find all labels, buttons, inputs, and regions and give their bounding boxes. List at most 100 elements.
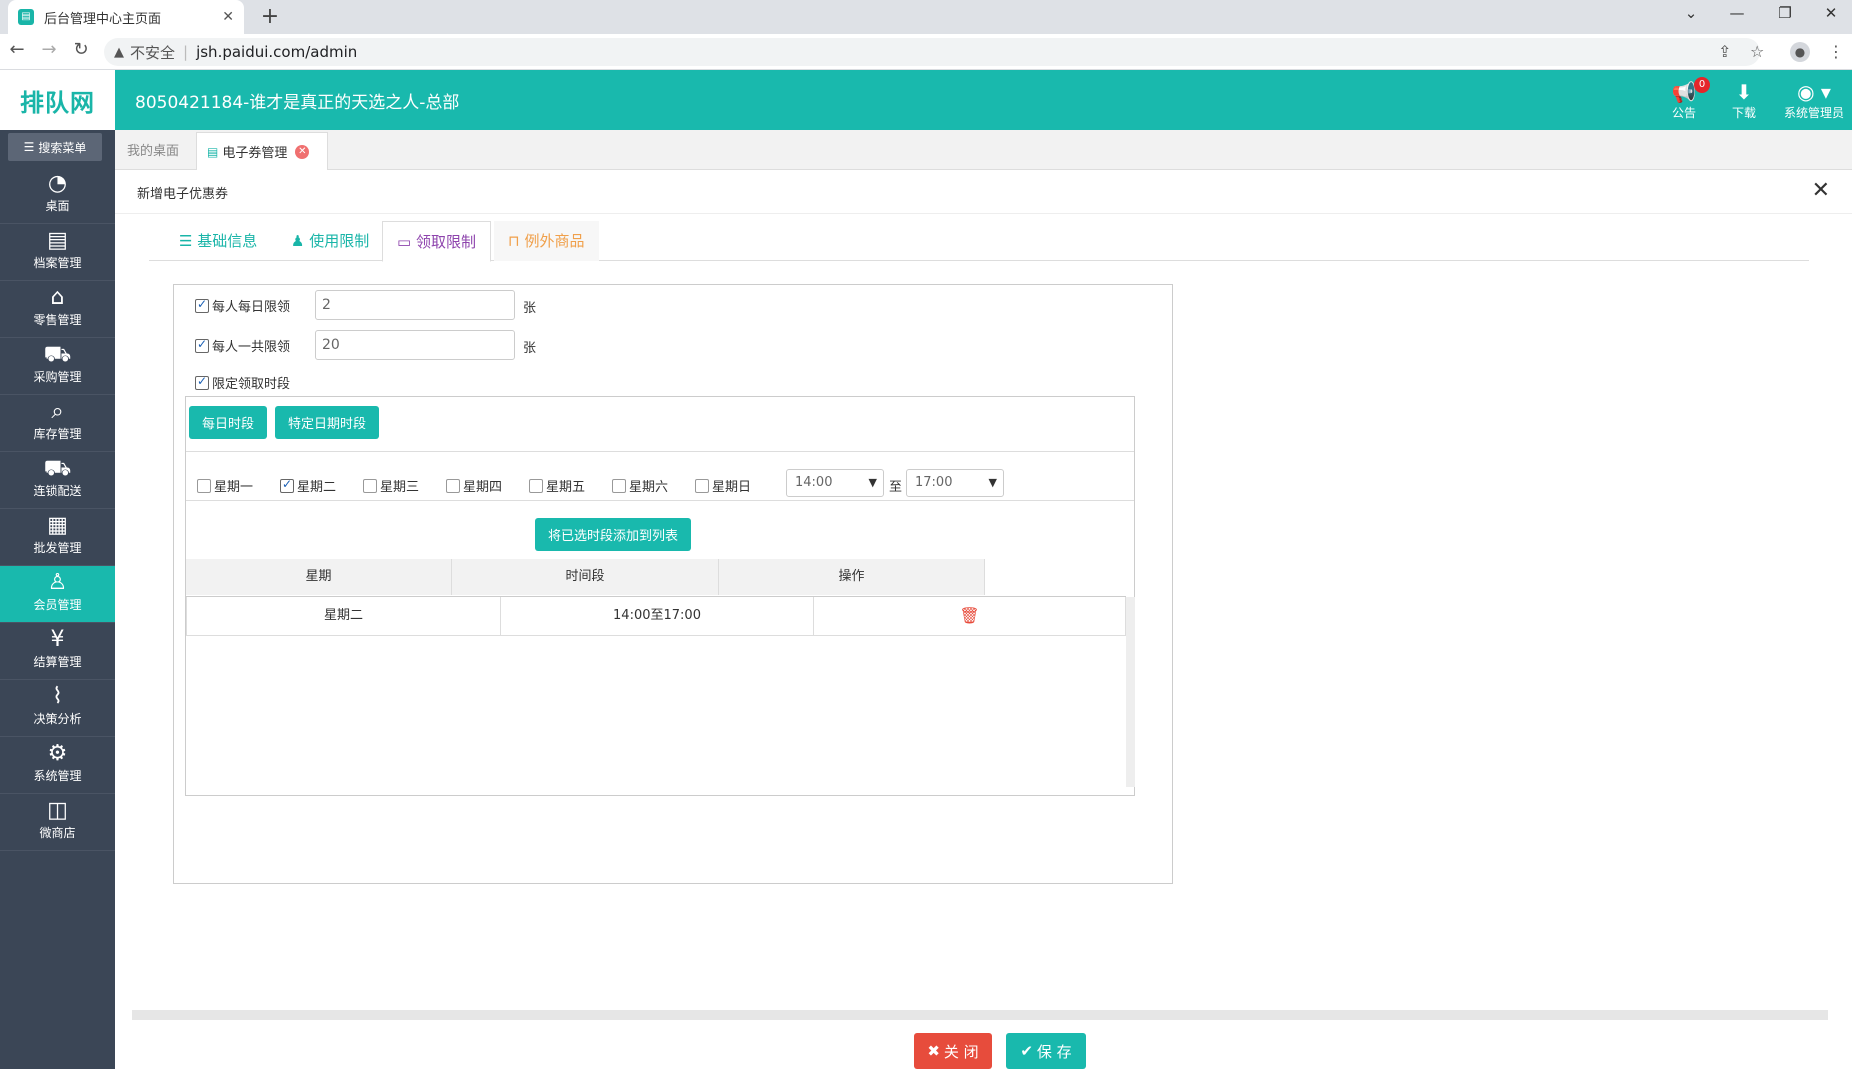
weekday-mon[interactable]: 星期一 (197, 476, 253, 495)
weekday-label: 星期六 (629, 480, 669, 495)
weekday-checkbox[interactable] (612, 478, 626, 493)
weekday-checkbox[interactable] (446, 478, 460, 493)
reload-icon[interactable]: ↻ (68, 39, 94, 60)
close-button[interactable]: ✖ 关 闭 (914, 1033, 992, 1069)
close-tab-icon[interactable]: ✕ (222, 9, 234, 25)
daily-limit-input[interactable]: 2 (315, 290, 515, 320)
browser-tab[interactable]: ▤ 后台管理中心主页面 ✕ (8, 0, 244, 34)
period-limit-checkbox[interactable] (195, 374, 209, 390)
close-label: 关 闭 (943, 1042, 979, 1061)
end-time-select[interactable]: 17:00 ▼ (906, 469, 1004, 497)
delivery-icon: ⛟ (43, 456, 72, 481)
user-icon: ♟ (291, 232, 305, 250)
total-limit-option[interactable]: 每人一共限领 (195, 336, 290, 355)
tab-desktop[interactable]: 我的桌面 (127, 140, 179, 159)
sidebar: ☰ 搜索菜单 ◔ 桌面 ▤ 档案管理 ⌂ 零售管理 ⛟ 采购管理 ⌕ 库存管理 ⛟ 连锁配送… (0, 130, 115, 1069)
tab-label: 电子券管理 (222, 146, 288, 161)
menu-dots-icon[interactable]: ⋮ (1828, 42, 1844, 61)
close-tab-icon[interactable]: ✕ (295, 144, 310, 159)
weekday-sat[interactable]: 星期六 (612, 476, 668, 495)
archive-icon: ▤ (47, 228, 68, 253)
total-limit-checkbox[interactable] (195, 337, 209, 353)
tab-usage-limit[interactable]: ♟ 使用限制 (277, 221, 383, 261)
sidebar-item-label: 会员管理 (33, 598, 82, 612)
table-header-action: 操作 (719, 559, 985, 595)
weekday-fri[interactable]: 星期五 (529, 476, 585, 495)
weekday-checkbox[interactable] (695, 478, 709, 493)
cart-icon: ⛟ (43, 342, 72, 367)
window-close-icon[interactable]: ✕ (1816, 4, 1846, 22)
daily-period-button[interactable]: 每日时段 (189, 406, 267, 439)
weekday-label: 星期日 (712, 480, 752, 495)
tab-label: 例外商品 (524, 232, 585, 250)
sidebar-item-system[interactable]: ⚙ 系统管理 (0, 737, 115, 794)
weekday-sun[interactable]: 星期日 (695, 476, 751, 495)
sidebar-item-desktop[interactable]: ◔ 桌面 (0, 167, 115, 224)
weekday-thu[interactable]: 星期四 (446, 476, 502, 495)
weekday-tue[interactable]: 星期二 (280, 476, 336, 495)
url-text: jsh.paidui.com/admin (196, 43, 358, 61)
horizontal-scrollbar[interactable] (132, 1010, 1828, 1020)
security-label: 不安全 (130, 43, 176, 62)
restore-icon[interactable]: ❐ (1770, 4, 1800, 22)
sidebar-item-microstore[interactable]: ◫ 微商店 (0, 794, 115, 851)
delete-row-button[interactable]: 🗑 (814, 597, 1126, 635)
special-date-period-button[interactable]: 特定日期时段 (275, 406, 379, 439)
close-dialog-icon[interactable]: ✕ (1812, 178, 1830, 203)
sidebar-item-label: 批发管理 (33, 541, 82, 555)
start-time-select[interactable]: 14:00 ▼ (786, 469, 884, 497)
url-field[interactable]: ▲ 不安全 | jsh.paidui.com/admin (104, 38, 1760, 66)
sidebar-item-archive[interactable]: ▤ 档案管理 (0, 224, 115, 281)
table-scrollbar[interactable] (1126, 597, 1135, 787)
address-bar: ← → ↻ ▲ 不安全 | jsh.paidui.com/admin ⇪ ☆ ●… (0, 34, 1852, 70)
avatar: ◉ ▾ (1797, 80, 1831, 104)
weekday-checkbox[interactable] (280, 477, 294, 493)
total-limit-input[interactable]: 20 (315, 330, 515, 360)
document-icon: ▤ (207, 144, 219, 159)
form-tabs: ☰ 基础信息 ♟ 使用限制 ▭ 领取限制 ⊓ 例外商品 (149, 221, 1809, 262)
daily-limit-option[interactable]: 每人每日限领 (195, 296, 290, 315)
minimize-icon[interactable]: — (1722, 4, 1752, 22)
share-icon[interactable]: ⇪ (1718, 42, 1731, 61)
tab-basic-info[interactable]: ☰ 基础信息 (165, 221, 271, 261)
weekday-checkbox[interactable] (529, 478, 543, 493)
sidebar-item-label: 系统管理 (33, 769, 82, 783)
sidebar-item-inventory[interactable]: ⌕ 库存管理 (0, 395, 115, 452)
tab-excluded-products[interactable]: ⊓ 例外商品 (494, 221, 599, 261)
warning-icon: ▲ (114, 44, 124, 60)
download-button[interactable]: ⬇ 下载 (1728, 80, 1760, 121)
tab-label: 领取限制 (415, 233, 476, 251)
back-icon[interactable]: ← (4, 39, 30, 60)
forward-icon[interactable]: → (36, 39, 62, 60)
weekday-checkbox[interactable] (197, 478, 211, 493)
save-button[interactable]: ✔ 保 存 (1006, 1033, 1086, 1069)
add-period-button[interactable]: 将已选时段添加到列表 (535, 518, 691, 551)
sidebar-item-settlement[interactable]: ¥ 结算管理 (0, 623, 115, 680)
search-menu-button[interactable]: ☰ 搜索菜单 (8, 133, 102, 161)
period-limit-option[interactable]: 限定领取时段 (195, 373, 290, 392)
tab-coupon-management[interactable]: ▤ 电子券管理 ✕ (196, 132, 328, 170)
dashboard-icon: ◔ (47, 171, 68, 196)
tab-search-icon[interactable]: ⌄ (1676, 4, 1706, 22)
app-header: 排队网 8050421184-谁才是真正的天选之人-总部 📢 公告 ⬇ 下载 ◉… (0, 70, 1852, 130)
sidebar-item-delivery[interactable]: ⛟ 连锁配送 (0, 452, 115, 509)
tab-claim-limit[interactable]: ▭ 领取限制 (382, 221, 491, 262)
card-icon: ▭ (397, 233, 412, 251)
logo: 排队网 (0, 70, 115, 130)
sidebar-item-purchase[interactable]: ⛟ 采购管理 (0, 338, 115, 395)
to-label: 至 (889, 480, 903, 495)
search-menu-label: 搜索菜单 (38, 140, 87, 155)
page-icon: ▤ (18, 9, 34, 25)
sidebar-item-member[interactable]: ♙ 会员管理 (0, 566, 115, 623)
profile-icon[interactable]: ● (1790, 42, 1810, 62)
daily-limit-checkbox[interactable] (195, 297, 209, 313)
new-tab-button[interactable]: + (256, 3, 284, 31)
sidebar-item-wholesale[interactable]: ▦ 批发管理 (0, 509, 115, 566)
weekday-wed[interactable]: 星期三 (363, 476, 419, 495)
user-menu[interactable]: ◉ ▾ 系统管理员 (1780, 80, 1848, 121)
sidebar-item-analysis[interactable]: ⌇ 决策分析 (0, 680, 115, 737)
weekday-checkbox[interactable] (363, 478, 377, 493)
sidebar-item-retail[interactable]: ⌂ 零售管理 (0, 281, 115, 338)
star-icon[interactable]: ☆ (1750, 42, 1764, 61)
analysis-icon: ⌇ (52, 684, 63, 709)
